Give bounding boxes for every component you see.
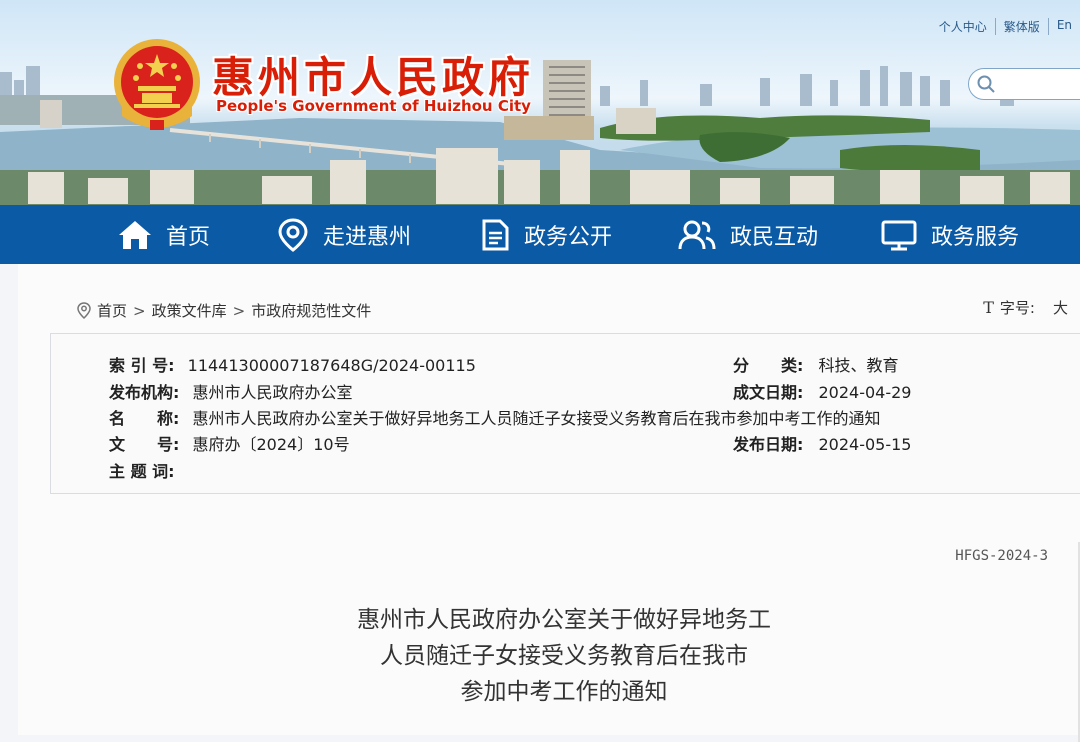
- meta-keywords: 主 题 词:: [109, 458, 188, 482]
- traditional-chinese-link[interactable]: 繁体版: [994, 18, 1048, 35]
- document-icon: [482, 219, 509, 250]
- meta-publish-date-label: 发布日期:: [733, 435, 804, 454]
- nav-gov-affairs-open[interactable]: 政务公开: [480, 205, 612, 264]
- meta-publisher-value: 惠州市人民政府办公室: [192, 383, 353, 402]
- meta-keywords-label: 主 题 词:: [109, 462, 175, 481]
- document-title-line: 人员随迁子女接受义务教育后在我市: [380, 643, 748, 669]
- location-pin-icon: [77, 302, 91, 319]
- meta-docnum: 文 号: 惠府办〔2024〕10号: [109, 431, 350, 455]
- nav-about-huizhou[interactable]: 走进惠州: [277, 205, 411, 264]
- main-nav: 首页 走进惠州 政务公开 政民互动 政务服务: [0, 205, 1080, 264]
- meta-index-label: 索 引 号:: [109, 356, 175, 375]
- document-meta-table: 索 引 号: 11441300007187648G/2024-00115 分 类…: [50, 333, 1080, 494]
- monitor-icon: [881, 220, 917, 250]
- content-area: 首页 > 政策文件库 > 市政府规范性文件 T 字号: 大 索 引 号: 114…: [18, 264, 1080, 742]
- font-size-label: 字号:: [999, 299, 1035, 317]
- meta-written-date: 成文日期: 2024-04-29: [733, 379, 911, 403]
- search-input[interactable]: [968, 68, 1080, 100]
- meta-category-label: 分 类:: [733, 356, 804, 375]
- breadcrumb-policy-library[interactable]: 政策文件库: [152, 300, 227, 321]
- nav-gov-open-label: 政务公开: [524, 224, 613, 250]
- english-link[interactable]: En: [1047, 18, 1080, 35]
- document-title-line: 参加中考工作的通知: [460, 679, 668, 705]
- document-title-line: 惠州市人民政府办公室关于做好异地务工: [357, 607, 771, 633]
- meta-publish-date-value: 2024-05-15: [818, 435, 912, 454]
- meta-index: 索 引 号: 11441300007187648G/2024-00115: [109, 352, 476, 376]
- meta-written-date-value: 2024-04-29: [818, 383, 912, 402]
- meta-publisher-label: 发布机构:: [109, 383, 180, 402]
- meta-docnum-value: 惠府办〔2024〕10号: [192, 435, 350, 454]
- top-links: 个人中心 繁体版 En: [931, 18, 1080, 35]
- meta-category: 分 类: 科技、教育: [733, 352, 899, 376]
- nav-home-label: 首页: [166, 224, 211, 250]
- document-code: HFGS-2024-3: [955, 548, 1048, 564]
- breadcrumb-home[interactable]: 首页: [97, 300, 127, 321]
- national-emblem-icon: [114, 39, 200, 130]
- meta-name: 名 称: 惠州市人民政府办公室关于做好异地务工人员随迁子女接受义务教育后在我市参…: [109, 405, 881, 429]
- nav-about-label: 走进惠州: [323, 224, 412, 250]
- nav-interaction-label: 政民互动: [730, 224, 819, 250]
- document-title: 惠州市人民政府办公室关于做好异地务工 人员随迁子女接受义务教育后在我市 参加中考…: [18, 602, 1080, 710]
- nav-gov-services[interactable]: 政务服务: [881, 205, 1019, 264]
- people-icon: [678, 220, 716, 249]
- site-title[interactable]: 惠州市人民政府: [212, 44, 534, 105]
- breadcrumb-separator: >: [232, 301, 246, 320]
- home-icon: [119, 220, 151, 249]
- header-banner: 个人中心 繁体版 En 惠州市人民政府 People's Government …: [0, 0, 1080, 205]
- nav-home[interactable]: 首页: [118, 205, 210, 264]
- font-size-large-option[interactable]: 大: [1053, 297, 1068, 318]
- meta-name-label: 名 称:: [109, 409, 180, 428]
- personal-center-link[interactable]: 个人中心: [931, 18, 995, 35]
- breadcrumb: 首页 > 政策文件库 > 市政府规范性文件: [76, 300, 371, 321]
- meta-publisher: 发布机构: 惠州市人民政府办公室: [109, 379, 353, 403]
- nav-services-label: 政务服务: [931, 224, 1020, 250]
- breadcrumb-separator: >: [133, 301, 146, 320]
- site-subtitle: People's Government of Huizhou City: [216, 97, 531, 115]
- meta-category-value: 科技、教育: [818, 356, 899, 375]
- nav-interaction[interactable]: 政民互动: [678, 205, 818, 264]
- breadcrumb-normative-docs[interactable]: 市政府规范性文件: [251, 300, 371, 321]
- meta-name-value: 惠州市人民政府办公室关于做好异地务工人员随迁子女接受义务教育后在我市参加中考工作…: [192, 409, 881, 428]
- font-size-control: T 字号: 大: [983, 297, 1068, 318]
- font-size-icon: T: [983, 298, 994, 317]
- location-pin-icon: [278, 217, 308, 252]
- meta-written-date-label: 成文日期:: [733, 383, 804, 402]
- search-icon[interactable]: [977, 75, 995, 93]
- meta-publish-date: 发布日期: 2024-05-15: [733, 431, 911, 455]
- meta-docnum-label: 文 号:: [109, 435, 180, 454]
- meta-index-value: 11441300007187648G/2024-00115: [187, 356, 476, 375]
